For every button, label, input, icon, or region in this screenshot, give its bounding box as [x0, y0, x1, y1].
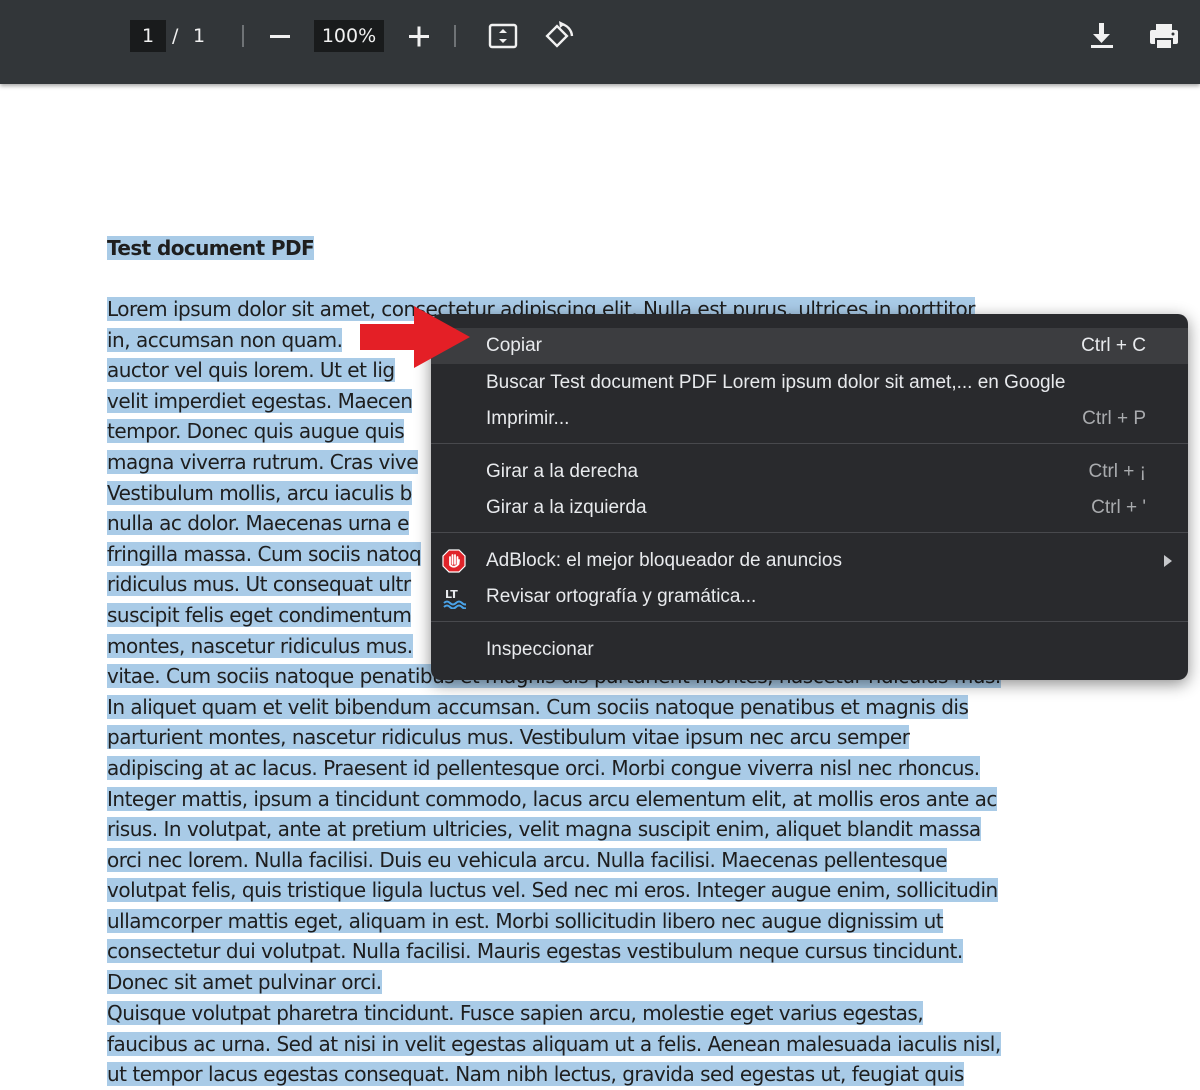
selected-text: ullamcorper mattis eget, aliquam in est.… [107, 908, 944, 933]
selected-text: Vestibulum mollis, arcu iaculis b [107, 480, 412, 505]
selected-text: suscipit felis eget condimentum [107, 602, 412, 627]
page-number-input[interactable]: 1 [130, 20, 166, 52]
selected-text: in, accumsan non quam. [107, 327, 343, 352]
context-menu: Copiar Ctrl + C Buscar Test document PDF… [431, 314, 1188, 680]
menu-item-label: Copiar [486, 335, 542, 356]
menu-separator [431, 621, 1188, 622]
selected-text: faucibus ac urna. Sed at nisi in velit e… [107, 1031, 1001, 1056]
selected-text: risus. In volutpat, ante at pretium ultr… [107, 817, 981, 842]
selected-text: Test document PDF [107, 236, 315, 260]
menu-item-label: Buscar Test document PDF Lorem ipsum dol… [486, 372, 1066, 393]
menu-item-inspect[interactable]: Inspeccionar [431, 632, 1188, 668]
languagetool-icon: LT [443, 588, 466, 609]
menu-item-rotate-left[interactable]: Girar a la izquierda Ctrl + ' [431, 490, 1188, 526]
menu-item-label: Revisar ortografía y gramática... [486, 586, 757, 607]
menu-item-label: AdBlock: el mejor bloqueador de anuncios [486, 550, 842, 571]
adblock-hand-icon [442, 549, 466, 573]
text-line: consectetur dui volutpat. Nulla facilisi… [107, 936, 1067, 967]
selected-text: orci nec lorem. Nulla facilisi. Duis eu … [107, 847, 947, 872]
selected-text: Donec sit amet pulvinar orci. [107, 970, 382, 995]
selected-text: magna viverra rutrum. Cras vive [107, 449, 419, 474]
fit-page-icon [488, 23, 518, 49]
zoom-level-input[interactable]: 100% [314, 20, 384, 52]
menu-item-search-google[interactable]: Buscar Test document PDF Lorem ipsum dol… [431, 365, 1188, 401]
text-line: faucibus ac urna. Sed at nisi in velit e… [107, 1029, 1067, 1060]
menu-item-label: Girar a la derecha [486, 461, 639, 482]
menu-item-shortcut: Ctrl + ' [1091, 497, 1146, 518]
page-separator: / [172, 25, 179, 47]
text-line: In aliquet quam et velit bibendum accums… [107, 692, 1067, 723]
selected-text: volutpat felis, quis tristique ligula lu… [107, 878, 998, 903]
toolbar-divider [454, 25, 456, 47]
text-line: Quisque volutpat pharetra tincidunt. Fus… [107, 998, 1067, 1029]
menu-item-label: Girar a la izquierda [486, 497, 647, 518]
fit-to-page-button[interactable] [483, 16, 523, 56]
text-line: orci nec lorem. Nulla facilisi. Duis eu … [107, 845, 1067, 876]
menu-item-copy[interactable]: Copiar Ctrl + C [431, 328, 1188, 364]
selected-text: adipiscing at ac lacus. Praesent id pell… [107, 755, 980, 780]
menu-item-rotate-right[interactable]: Girar a la derecha Ctrl + ¡ [431, 454, 1188, 490]
text-line: parturient montes, nascetur ridiculus mu… [107, 722, 1067, 753]
selected-text: auctor vel quis lorem. Ut et lig [107, 358, 395, 383]
svg-text:LT: LT [445, 588, 458, 601]
menu-item-shortcut: Ctrl + C [1081, 335, 1146, 356]
selected-text: ut tempor lacus egestas consequat. Nam n… [107, 1062, 964, 1087]
selected-text: In aliquet quam et velit bibendum accums… [107, 694, 969, 719]
selected-text: nulla ac dolor. Maecenas urna e [107, 511, 409, 536]
menu-item-label: Imprimir... [486, 408, 570, 429]
selected-text: fringilla massa. Cum sociis natoq [107, 541, 422, 566]
selected-text: parturient montes, nascetur ridiculus mu… [107, 725, 910, 750]
toolbar-divider [242, 25, 244, 47]
menu-item-shortcut: Ctrl + ¡ [1088, 461, 1146, 482]
document-title: Test document PDF [107, 233, 315, 263]
selected-text: ridiculus mus. Ut consequat ultr [107, 572, 411, 597]
print-button[interactable] [1144, 16, 1184, 56]
submenu-arrow-icon [1164, 555, 1172, 567]
rotate-icon [545, 21, 574, 48]
text-line: ullamcorper mattis eget, aliquam in est.… [107, 906, 1067, 937]
rotate-button[interactable] [539, 16, 579, 56]
document-paragraph-2: Quisque volutpat pharetra tincidunt. Fus… [107, 998, 1067, 1090]
minus-icon [270, 35, 290, 38]
text-line: Donec sit amet pulvinar orci. [107, 967, 1067, 998]
selected-text: Integer mattis, ipsum a tincidunt commod… [107, 786, 997, 811]
pdf-toolbar: 1 / 1 100% [0, 0, 1200, 84]
page-total: 1 [193, 25, 206, 47]
plus-icon [409, 26, 429, 47]
menu-item-adblock[interactable]: AdBlock: el mejor bloqueador de anuncios [431, 543, 1188, 579]
text-line: risus. In volutpat, ante at pretium ultr… [107, 814, 1067, 845]
menu-item-spellcheck[interactable]: LT Revisar ortografía y gramática... [431, 579, 1188, 615]
download-button[interactable] [1082, 16, 1122, 56]
menu-item-label: Inspeccionar [486, 639, 594, 660]
menu-separator [431, 532, 1188, 533]
selected-text: montes, nascetur ridiculus mus. [107, 633, 413, 658]
selected-text: consectetur dui volutpat. Nulla facilisi… [107, 939, 963, 964]
printer-icon [1150, 24, 1178, 50]
zoom-out-button[interactable] [260, 16, 300, 56]
zoom-in-button[interactable] [399, 16, 439, 56]
selected-text: velit imperdiet egestas. Maecen [107, 388, 413, 413]
download-icon [1091, 23, 1113, 48]
red-arrow-annotation [360, 306, 470, 368]
text-line: volutpat felis, quis tristique ligula lu… [107, 875, 1067, 906]
text-line: Integer mattis, ipsum a tincidunt commod… [107, 784, 1067, 815]
menu-item-print[interactable]: Imprimir... Ctrl + P [431, 401, 1188, 437]
selected-text: Quisque volutpat pharetra tincidunt. Fus… [107, 1001, 924, 1025]
text-line: adipiscing at ac lacus. Praesent id pell… [107, 753, 1067, 784]
menu-item-shortcut: Ctrl + P [1082, 408, 1146, 429]
selected-text: tempor. Donec quis augue quis [107, 419, 405, 444]
text-line: ut tempor lacus egestas consequat. Nam n… [107, 1059, 1067, 1090]
menu-separator [431, 443, 1188, 444]
